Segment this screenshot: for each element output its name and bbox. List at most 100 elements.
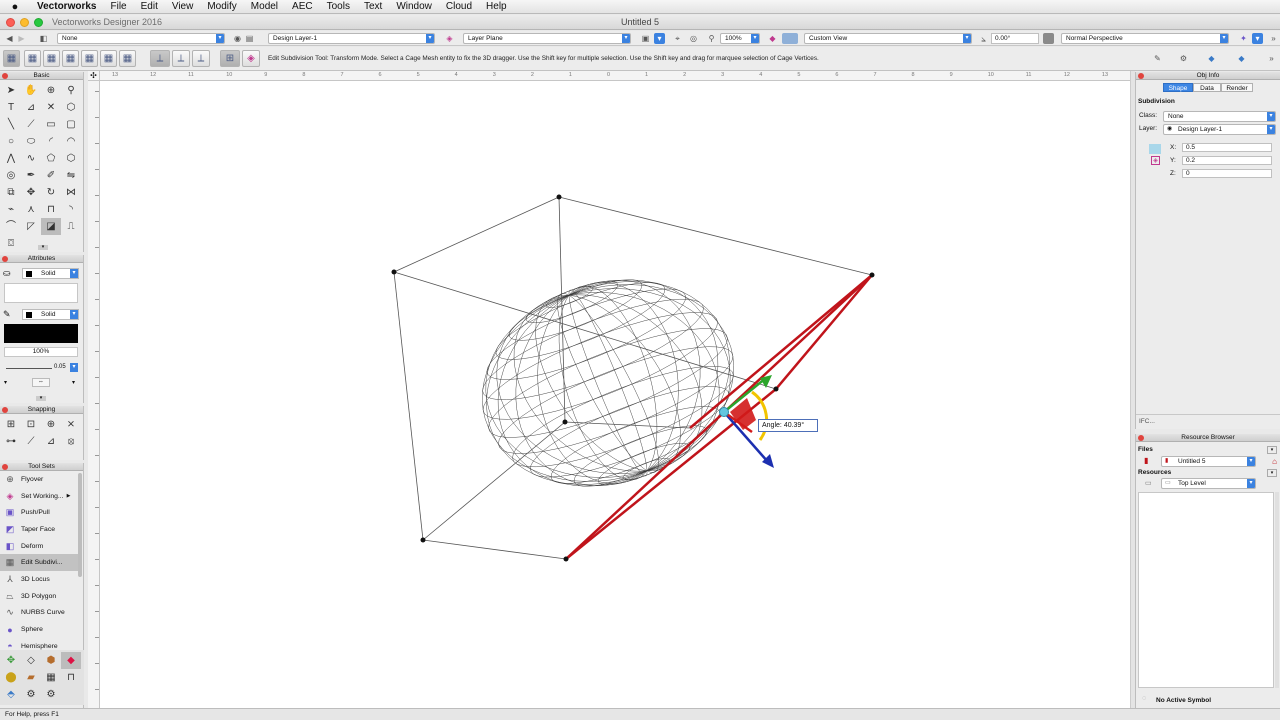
rotate-axis-icon[interactable]: ⟂ bbox=[192, 50, 210, 67]
tool-deform[interactable]: ◧ Deform bbox=[0, 538, 78, 555]
tool-nurbs-curve[interactable]: ∿ NURBS Curve bbox=[0, 605, 78, 622]
eraser-tool-icon[interactable]: ◪ bbox=[41, 218, 61, 235]
menu-modify[interactable]: Modify bbox=[200, 0, 243, 14]
tool-flyover[interactable]: ⊕ Flyover bbox=[0, 471, 78, 488]
close-icon[interactable] bbox=[1138, 73, 1144, 79]
layer-dropdown[interactable]: Design Layer-1 ▾ bbox=[268, 33, 435, 44]
position-icon[interactable] bbox=[1149, 144, 1161, 154]
spiral-tool-icon[interactable]: ◎ bbox=[1, 167, 21, 184]
offset-tool-icon[interactable]: ⧉ bbox=[1, 184, 21, 201]
quarter-arc-tool-icon[interactable]: ◠ bbox=[61, 133, 81, 150]
menu-help[interactable]: Help bbox=[479, 0, 514, 14]
tool-push-pull[interactable]: ▣ Push/Pull bbox=[0, 504, 78, 521]
class-visibility-icon[interactable]: ◆ bbox=[1206, 53, 1217, 64]
close-icon[interactable] bbox=[2, 73, 8, 79]
transform-mode-icon[interactable]: ▦ bbox=[3, 50, 20, 67]
double-line-tool-icon[interactable]: ⟋ bbox=[21, 116, 41, 133]
tab-data[interactable]: Data bbox=[1193, 83, 1221, 92]
zoom-icon[interactable]: ⚲ bbox=[706, 33, 717, 44]
close-icon[interactable] bbox=[2, 256, 8, 262]
eyedropper-tool-icon[interactable]: ✒ bbox=[21, 167, 41, 184]
menu-aec[interactable]: AEC bbox=[285, 0, 320, 14]
view-cube-icon[interactable]: ◆ bbox=[767, 33, 778, 44]
apple-icon[interactable]: ● bbox=[0, 1, 30, 13]
split-tool-icon[interactable]: ⋈ bbox=[61, 184, 81, 201]
cage-vertex[interactable] bbox=[556, 194, 562, 200]
drawing-area[interactable] bbox=[100, 81, 1130, 708]
expand-icon[interactable]: » bbox=[1268, 33, 1279, 44]
delete-icon[interactable]: ▦ bbox=[81, 50, 98, 67]
detailing-category-icon[interactable]: ▦ bbox=[41, 669, 61, 686]
saved-views-icon[interactable]: ▾ bbox=[654, 33, 665, 44]
level-dropdown[interactable]: ▭ Top Level ▾ bbox=[1161, 478, 1256, 489]
close-icon[interactable] bbox=[1138, 435, 1144, 441]
fit-icon[interactable]: ⌖ bbox=[672, 33, 683, 44]
add-crease-icon[interactable]: ▦ bbox=[24, 50, 41, 67]
class-dropdown[interactable]: None ▾ bbox=[57, 33, 225, 44]
toolset-scrollbar[interactable] bbox=[78, 473, 82, 577]
clip-tool-icon[interactable]: ⌒ bbox=[1, 218, 21, 235]
space-planning-category-icon[interactable]: ⬘ bbox=[1, 686, 21, 703]
dragger-mode-icon[interactable]: ⟂ bbox=[150, 50, 170, 67]
save-view-icon[interactable]: ▣ bbox=[640, 33, 651, 44]
snap-object-icon[interactable]: ⊡ bbox=[21, 416, 41, 433]
cage-vertex[interactable] bbox=[869, 272, 875, 278]
fasteners-category-icon[interactable]: ⚙ bbox=[21, 686, 41, 703]
layer-visibility-icon[interactable]: ◆ bbox=[1236, 53, 1247, 64]
ifc-button[interactable]: IFC... bbox=[1136, 414, 1280, 429]
arrowhead-end-icon[interactable]: ▾ bbox=[72, 379, 75, 386]
bridge-icon[interactable]: ▦ bbox=[119, 50, 136, 67]
arrowhead-start-icon[interactable]: ▾ bbox=[4, 379, 7, 386]
menu-model[interactable]: Model bbox=[244, 0, 285, 14]
opacity-field[interactable]: 100% bbox=[4, 347, 78, 357]
pencil-icon[interactable]: ✎ bbox=[1152, 53, 1163, 64]
files-menu-icon[interactable]: ▾ bbox=[1267, 446, 1277, 454]
selection-tool-icon[interactable]: ➤ bbox=[1, 82, 21, 99]
tool-3d-locus[interactable]: ⅄ 3D Locus bbox=[0, 571, 78, 588]
gears-category-icon[interactable]: ⚙ bbox=[41, 686, 61, 703]
oval-tool-icon[interactable]: ⬭ bbox=[21, 133, 41, 150]
file-dropdown[interactable]: ▮ Untitled 5 ▾ bbox=[1161, 456, 1256, 467]
selected-cage-edge[interactable] bbox=[565, 274, 873, 560]
menu-tools[interactable]: Tools bbox=[320, 0, 357, 14]
expand-icon[interactable]: » bbox=[1266, 53, 1277, 64]
pen-style-dropdown[interactable]: Solid ▾ bbox=[22, 309, 79, 320]
trim-tool-icon[interactable]: ⊓ bbox=[41, 201, 61, 218]
resources-menu-icon[interactable]: ▾ bbox=[1267, 469, 1277, 477]
text-tool-icon[interactable]: T bbox=[1, 99, 21, 116]
render-mode-dropdown-icon[interactable]: ▾ bbox=[1252, 33, 1263, 44]
obj-layer-dropdown[interactable]: ◉ Design Layer-1 ▾ bbox=[1163, 124, 1276, 135]
split-icon[interactable]: ▦ bbox=[62, 50, 79, 67]
dims-notes-category-icon[interactable]: ✥ bbox=[1, 652, 21, 669]
y-field[interactable]: 0.2 bbox=[1182, 156, 1272, 165]
home-icon[interactable]: ⌂ bbox=[1272, 457, 1277, 466]
move-axis-icon[interactable]: ⟂ bbox=[172, 50, 190, 67]
menu-edit[interactable]: Edit bbox=[134, 0, 165, 14]
cage-vertex[interactable] bbox=[562, 419, 568, 425]
line-weight-dropdown-icon[interactable]: ▾ bbox=[70, 363, 78, 372]
attribute-mapping-tool-icon[interactable]: ✐ bbox=[41, 167, 61, 184]
projection-icon[interactable] bbox=[1043, 33, 1054, 44]
fill-style-dropdown[interactable]: Solid ▾ bbox=[22, 268, 79, 279]
regular-polygon-tool-icon[interactable]: ⬡ bbox=[61, 150, 81, 167]
tool-sphere[interactable]: ● Sphere bbox=[0, 621, 78, 638]
snap-tangent-icon[interactable]: ⦻ bbox=[61, 433, 81, 450]
furniture-category-icon[interactable]: ▰ bbox=[21, 669, 41, 686]
menu-text[interactable]: Text bbox=[357, 0, 389, 14]
tool-taper-face[interactable]: ◩ Taper Face bbox=[0, 521, 78, 538]
render-mode-icon[interactable]: ✦ bbox=[1238, 33, 1249, 44]
move-tool-icon[interactable]: ✥ bbox=[21, 184, 41, 201]
resources-list[interactable] bbox=[1138, 492, 1274, 688]
menu-cloud[interactable]: Cloud bbox=[439, 0, 479, 14]
mirror-tool-icon[interactable]: ⇋ bbox=[61, 167, 81, 184]
rotation-field[interactable]: 0.00° bbox=[991, 33, 1039, 44]
circle-tool-icon[interactable]: ○ bbox=[1, 133, 21, 150]
cage-vertex[interactable] bbox=[563, 556, 569, 562]
menu-file[interactable]: File bbox=[103, 0, 133, 14]
close-icon[interactable] bbox=[2, 464, 8, 470]
tab-render[interactable]: Render bbox=[1221, 83, 1253, 92]
expand-palette-icon[interactable]: ▾ bbox=[38, 245, 48, 250]
arrowhead-dropdown[interactable]: ⇔ bbox=[32, 378, 50, 387]
snap-smart-point-icon[interactable]: ⟋ bbox=[21, 433, 41, 450]
nav-back-icon[interactable]: ◀ bbox=[4, 33, 15, 44]
